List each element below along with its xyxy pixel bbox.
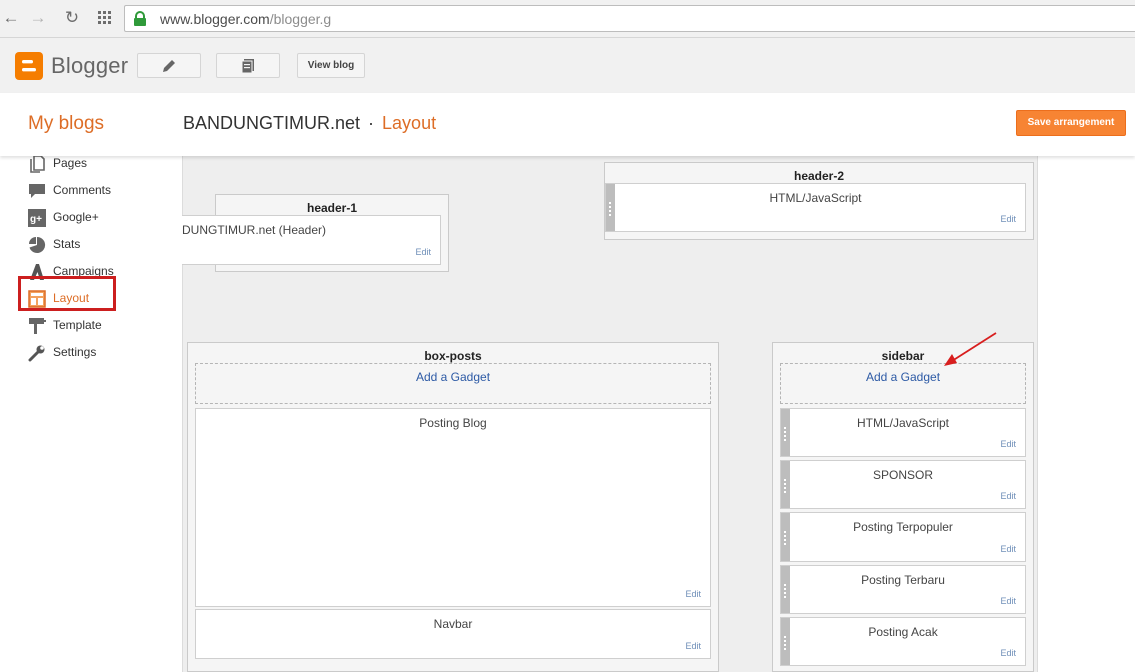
svg-text:g+: g+	[30, 214, 42, 225]
edit-link[interactable]: Edit	[415, 247, 431, 257]
gadget-name: HTML/JavaScript	[769, 191, 862, 205]
blogger-bar: Blogger View blog	[0, 38, 1135, 93]
blog-name: BANDUNGTIMUR.net	[183, 113, 361, 133]
url-path: /blogger.g	[269, 11, 332, 27]
gadget-name: Posting Terpopuler	[853, 520, 953, 534]
add-gadget-link[interactable]: Add a Gadget	[196, 370, 710, 384]
edit-link[interactable]: Edit	[1000, 596, 1016, 606]
nav-label: Pages	[53, 156, 88, 170]
new-post-button[interactable]	[137, 53, 201, 78]
pages-icon	[30, 155, 45, 173]
edit-link[interactable]: Edit	[685, 589, 701, 599]
pencil-icon	[163, 60, 175, 72]
nav-item-comments[interactable]: Comments	[28, 181, 178, 201]
gadget-posting-acak[interactable]: Posting Acak Edit	[780, 617, 1026, 666]
blogger-logo-icon[interactable]	[15, 52, 43, 80]
gadget-name: Posting Terbaru	[861, 573, 945, 587]
save-arrangement-button[interactable]: Save arrangement	[1016, 110, 1126, 136]
address-bar[interactable]: www.blogger.com/blogger.g	[124, 5, 1135, 32]
url-domain: www.blogger.com	[160, 11, 270, 27]
template-icon	[29, 318, 46, 334]
dashboard-header: My blogs BANDUNGTIMUR.net · Layout Save ar…	[0, 93, 1135, 156]
gadget-posting-blog[interactable]: Posting Blog Edit	[195, 408, 711, 607]
gadget-name: Navbar	[433, 617, 473, 631]
posts-icon	[241, 59, 254, 74]
nav-label: Comments	[53, 183, 112, 197]
gadget-posting-terbaru[interactable]: Posting Terbaru Edit	[780, 565, 1026, 614]
gadget-sponsor[interactable]: SPONSOR Edit	[780, 460, 1026, 509]
screenshot-root: ← → ↻ www.blogger.com/blogger.g Blogger …	[0, 0, 1135, 672]
nav-label: Google+	[53, 210, 99, 224]
section-title: header-2	[793, 169, 845, 183]
gadget-header[interactable]: DUNGTIMUR.net (Header) Edit	[182, 215, 441, 265]
add-gadget-link[interactable]: Add a Gadget	[781, 370, 1025, 384]
edit-link[interactable]: Edit	[1000, 648, 1016, 658]
back-icon[interactable]: ←	[0, 7, 22, 29]
comments-icon	[29, 184, 45, 198]
gadget-name: DUNGTIMUR.net (Header)	[182, 223, 327, 237]
edit-link[interactable]: Edit	[1000, 214, 1016, 224]
nav-item-template[interactable]: Template	[28, 316, 178, 336]
url-text: www.blogger.com/blogger.g	[160, 11, 331, 27]
gadget-name: HTML/JavaScript	[856, 416, 950, 430]
gadget-posting-terpopuler[interactable]: Posting Terpopuler Edit	[780, 512, 1026, 562]
edit-link[interactable]: Edit	[1000, 544, 1016, 554]
nav-item-pages[interactable]: Pages	[28, 154, 178, 174]
title-separator: ·	[368, 113, 375, 133]
forward-icon[interactable]: →	[27, 7, 49, 29]
my-blogs-link[interactable]: My blogs	[28, 113, 104, 135]
section-name: Layout	[382, 113, 437, 133]
add-gadget-box-posts[interactable]: Add a Gadget	[195, 363, 711, 404]
gadget-navbar[interactable]: Navbar Edit	[195, 609, 711, 659]
blogger-logo-text[interactable]: Blogger	[51, 53, 128, 79]
nav-item-stats[interactable]: Stats	[28, 235, 178, 255]
settings-icon	[28, 345, 45, 362]
nav-item-settings[interactable]: Settings	[28, 343, 178, 363]
nav-label: Settings	[53, 345, 97, 359]
section-title: header-1	[306, 201, 358, 215]
gadget-html-javascript[interactable]: HTML/JavaScript Edit	[780, 408, 1026, 457]
layout-highlight-box	[18, 276, 116, 311]
nav-label: Stats	[53, 237, 81, 251]
annotation-arrow-icon	[944, 332, 997, 366]
apps-grid-icon[interactable]	[94, 7, 116, 29]
gadget-name: SPONSOR	[872, 468, 933, 482]
gadget-name: Posting Acak	[868, 625, 938, 639]
google-plus-icon: g+	[28, 209, 46, 227]
browser-toolbar: ← → ↻ www.blogger.com/blogger.g	[0, 0, 1135, 38]
reload-icon[interactable]: ↻	[61, 7, 83, 29]
edit-link[interactable]: Edit	[1000, 491, 1016, 501]
gadget-name: Posting Blog	[419, 416, 487, 430]
section-title: box-posts	[424, 349, 482, 363]
gadget-html-javascript-header[interactable]: HTML/JavaScript Edit	[605, 183, 1026, 232]
edit-link[interactable]: Edit	[685, 641, 701, 651]
page-title: BANDUNGTIMUR.net · Layout	[183, 113, 436, 134]
posts-list-button[interactable]	[216, 53, 280, 78]
stats-icon	[29, 236, 46, 253]
nav-item-google-plus[interactable]: g+ Google+	[28, 208, 178, 228]
nav-label: Template	[53, 318, 102, 332]
view-blog-button[interactable]: View blog	[297, 53, 365, 78]
edit-link[interactable]: Edit	[1000, 439, 1016, 449]
lock-icon	[134, 11, 146, 26]
